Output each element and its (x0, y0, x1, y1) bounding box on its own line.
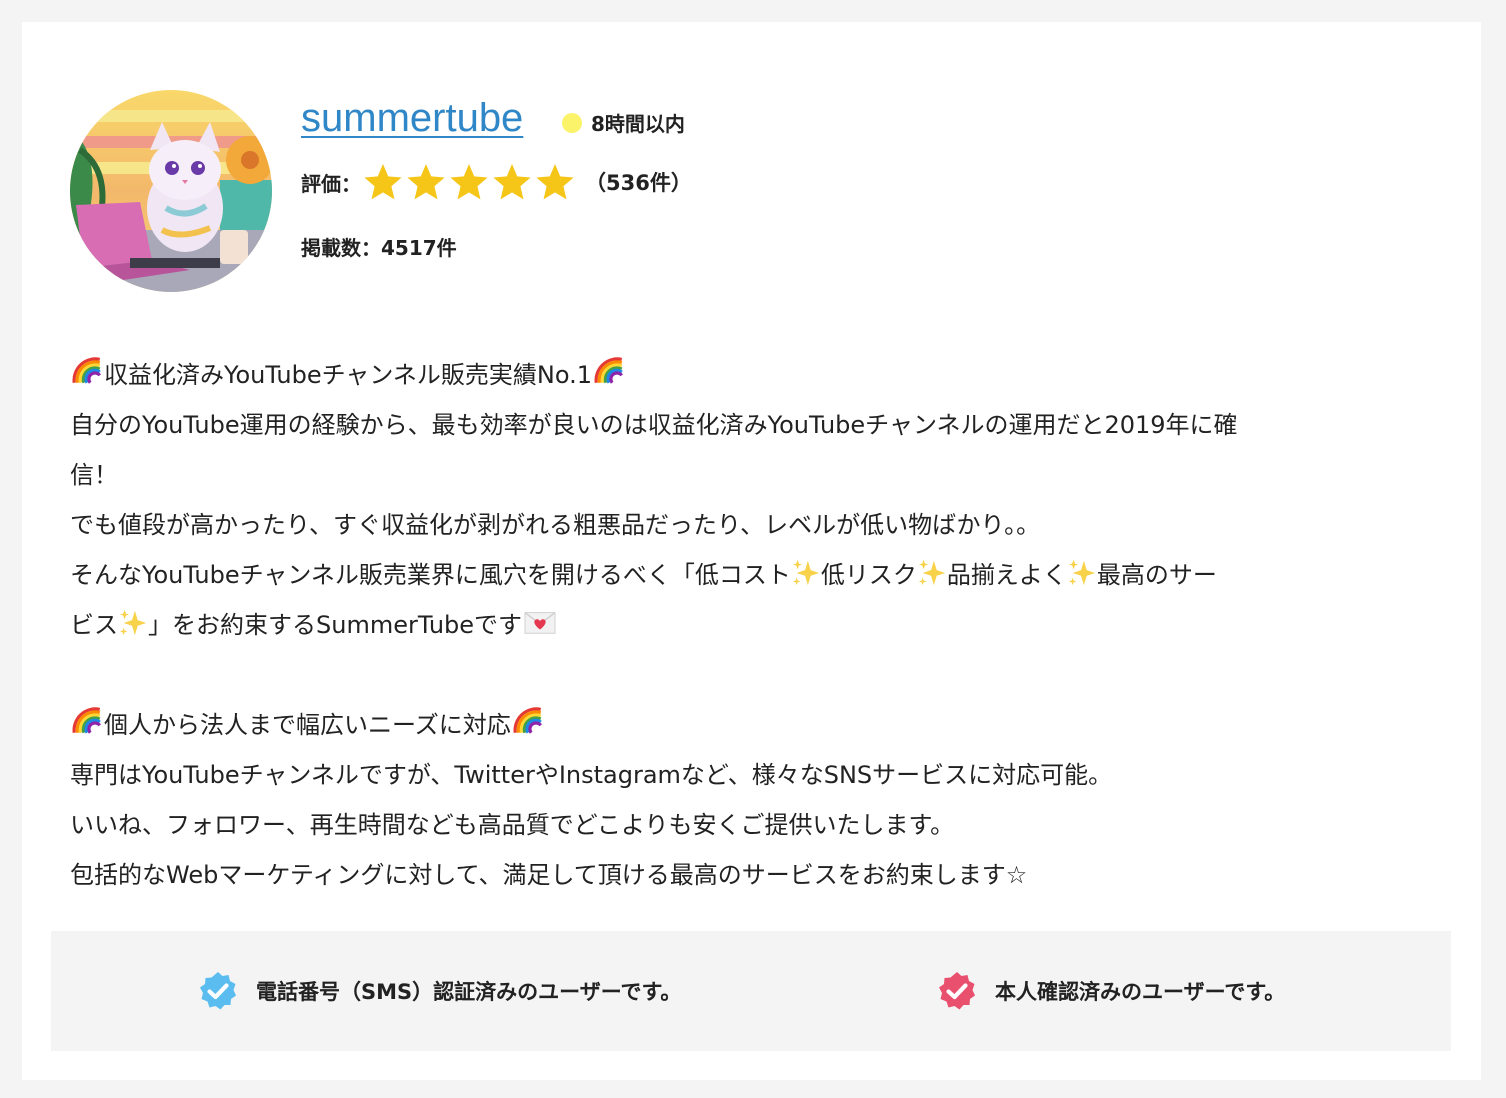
check-badge-icon (937, 971, 977, 1011)
profile-description: 収益化済みYouTubeチャンネル販売実績No.1 自分のYouTube運用の経… (70, 350, 1430, 900)
description-line: いいね、フォロワー、再生時間なども高品質でどこよりも安くご提供いたします。 (70, 811, 955, 839)
description-text: 最高のサー (1096, 561, 1217, 589)
check-badge-icon (198, 971, 238, 1011)
description-text: 低リスク (820, 561, 917, 589)
description-text: 個人から法人まで幅広いニーズに対応 (104, 711, 511, 739)
identity-verification-text: 本人確認済みのユーザーです。 (995, 980, 1286, 1004)
rating: 評価： （536件） (301, 162, 692, 202)
star-icon (535, 162, 575, 202)
description-line: 個人から法人まで幅広いニーズに対応 (70, 700, 1430, 750)
status-dot (562, 112, 582, 133)
profile-card: summertube 8時間以内 評価： （536件） 掲載数：4517件 収益… (22, 22, 1481, 1080)
rating-stars (363, 162, 575, 202)
description-text: 品揃えよく (946, 561, 1067, 589)
description-line: そんなYouTubeチャンネル販売業界に風穴を開けるべく「低コスト 低リスク 品揃え… (70, 550, 1430, 600)
rainbow-icon (70, 353, 104, 387)
description-spacer (70, 650, 1430, 700)
phone-verification: 電話番号（SMS）認証済みのユーザーです。 (198, 971, 681, 1011)
star-icon (492, 162, 532, 202)
avatar[interactable] (70, 90, 272, 292)
sparkles-icon (118, 607, 148, 637)
description-text: 収益化済みYouTubeチャンネル販売実績No.1 (104, 361, 592, 389)
verification-panel: 電話番号（SMS）認証済みのユーザーです。 本人確認済みのユーザーです。 (51, 931, 1451, 1051)
love-letter-icon (522, 607, 558, 637)
rating-count[interactable]: （536件） (585, 167, 692, 197)
response-time-text: 8時間以内 (591, 112, 685, 136)
listing-count: 掲載数：4517件 (301, 236, 457, 260)
description-line: ビス 」をお約束するSummerTubeです (70, 600, 1430, 650)
description-text: ビス (70, 611, 118, 639)
description-text: そんなYouTubeチャンネル販売業界に風穴を開けるべく「低コスト (70, 561, 791, 589)
star-icon (449, 162, 489, 202)
rainbow-icon (70, 703, 104, 737)
description-text: 」をお約束するSummerTubeです (148, 611, 523, 639)
sparkles-icon (917, 557, 947, 587)
sparkles-icon (1067, 557, 1097, 587)
rainbow-icon (511, 703, 545, 737)
star-icon (363, 162, 403, 202)
description-line: 収益化済みYouTubeチャンネル販売実績No.1 (70, 350, 1430, 400)
cat-avatar-image (70, 90, 272, 292)
username-link[interactable]: summertube (301, 96, 523, 141)
star-icon (406, 162, 446, 202)
description-line: でも値段が高かったり、すぐ収益化が剥がれる粗悪品だったり、レベルが低い物ばかり。… (70, 511, 1041, 539)
sparkles-icon (791, 557, 821, 587)
phone-verification-text: 電話番号（SMS）認証済みのユーザーです。 (256, 980, 682, 1004)
description-line: 包括的なWebマーケティングに対して、満足して頂ける最高のサービスをお約束します… (70, 861, 1028, 889)
response-time: 8時間以内 (562, 108, 685, 137)
description-line: 専門はYouTubeチャンネルですが、TwitterやInstagramなど、様… (70, 761, 1113, 789)
identity-verification: 本人確認済みのユーザーです。 (937, 971, 1285, 1011)
description-line: 自分のYouTube運用の経験から、最も効率が良いのは収益化済みYouTubeチ… (70, 411, 1238, 439)
description-line: 信！ (70, 461, 118, 489)
rating-label: 評価： (301, 171, 361, 196)
rainbow-icon (592, 353, 626, 387)
